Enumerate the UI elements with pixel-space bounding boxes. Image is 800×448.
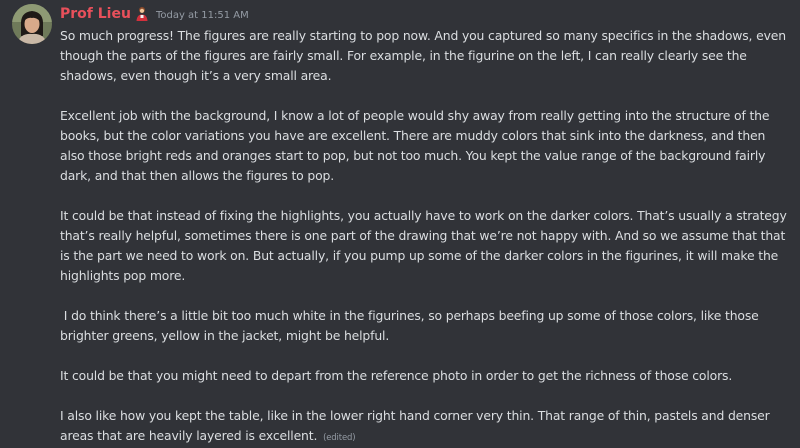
message-paragraph-text: I also like how you kept the table, like…	[60, 408, 770, 443]
role-icon	[135, 6, 149, 22]
user-avatar-icon	[12, 4, 52, 44]
username[interactable]: Prof Lieu	[60, 6, 131, 22]
message-paragraph: It could be that you might need to depar…	[60, 368, 733, 383]
message-paragraph: I also like how you kept the table, like…	[60, 406, 792, 448]
chat-message: Prof Lieu Today at 11:51 AM So much prog…	[0, 0, 800, 443]
message-paragraph: So much progress! The figures are really…	[60, 28, 786, 83]
message-paragraph: It could be that instead of fixing the h…	[60, 208, 787, 283]
message-paragraph: I do think there’s a little bit too much…	[60, 308, 763, 343]
message-header: Prof Lieu Today at 11:51 AM	[60, 0, 792, 26]
edited-label: (edited)	[323, 433, 356, 443]
timestamp: Today at 11:51 AM	[155, 9, 249, 21]
avatar[interactable]	[12, 4, 52, 44]
message-content: So much progress! The figures are really…	[60, 26, 792, 448]
message-paragraph: Excellent job with the background, I kno…	[60, 108, 770, 183]
